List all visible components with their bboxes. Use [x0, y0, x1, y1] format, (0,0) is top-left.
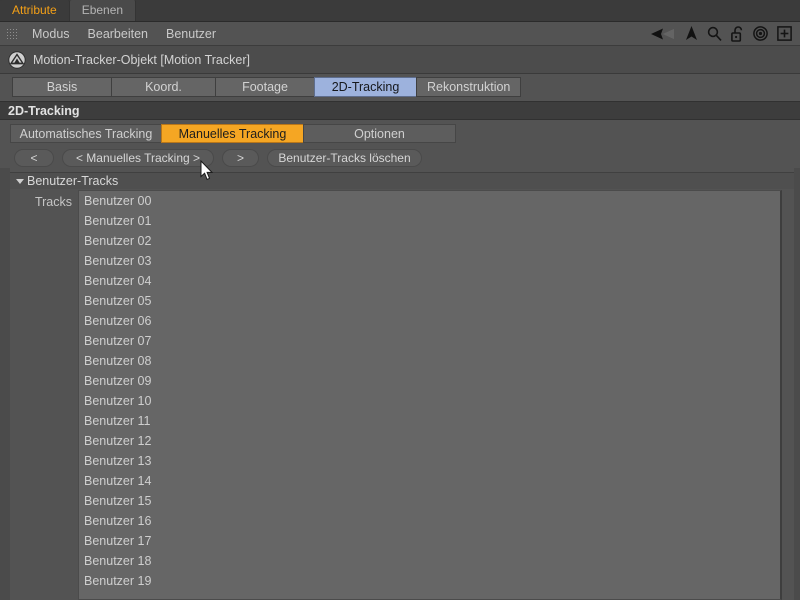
- list-item[interactable]: Benutzer 01: [79, 211, 780, 231]
- list-item[interactable]: Benutzer 04: [79, 271, 780, 291]
- prev-track-button[interactable]: <: [14, 149, 54, 167]
- group-header-label: Benutzer-Tracks: [27, 174, 118, 188]
- sub-tab-row: Automatisches Tracking Manuelles Trackin…: [10, 124, 455, 143]
- chevron-down-icon[interactable]: [16, 179, 24, 184]
- motion-tracker-object-icon: [8, 51, 26, 69]
- menu-item-modus[interactable]: Modus: [23, 23, 79, 45]
- list-item[interactable]: Benutzer 02: [79, 231, 780, 251]
- manuelles-tracking-nav-button[interactable]: < Manuelles Tracking >: [62, 149, 214, 167]
- list-item[interactable]: Benutzer 11: [79, 411, 780, 431]
- tracks-field-label: Tracks: [10, 195, 72, 209]
- list-item[interactable]: Benutzer 03: [79, 251, 780, 271]
- list-item[interactable]: Benutzer 05: [79, 291, 780, 311]
- section-title: 2D-Tracking: [8, 104, 80, 118]
- attribute-tab-row: Basis Koord. Footage 2D-Tracking Rekonst…: [0, 77, 800, 98]
- subtab-optionen[interactable]: Optionen: [303, 124, 456, 143]
- menu-icon-group: [650, 26, 800, 42]
- menu-item-bearbeiten[interactable]: Bearbeiten: [79, 23, 157, 45]
- dock-tab-attribute[interactable]: Attribute: [0, 0, 70, 21]
- list-item[interactable]: Benutzer 08: [79, 351, 780, 371]
- back-arrow-icon[interactable]: [650, 27, 676, 41]
- list-item[interactable]: Benutzer 06: [79, 311, 780, 331]
- delete-user-tracks-button[interactable]: Benutzer-Tracks löschen: [267, 149, 422, 167]
- list-item[interactable]: Benutzer 12: [79, 431, 780, 451]
- target-icon[interactable]: [753, 26, 768, 41]
- unlock-padlock-icon[interactable]: [731, 26, 744, 42]
- add-box-icon[interactable]: [777, 26, 792, 41]
- object-title: Motion-Tracker-Objekt [Motion Tracker]: [33, 53, 250, 67]
- list-item[interactable]: Benutzer 10: [79, 391, 780, 411]
- up-arrow-icon[interactable]: [685, 26, 698, 41]
- tracks-list[interactable]: Benutzer 00 Benutzer 01 Benutzer 02 Benu…: [78, 190, 782, 600]
- tab-basis[interactable]: Basis: [12, 77, 112, 97]
- list-item[interactable]: Benutzer 07: [79, 331, 780, 351]
- list-item[interactable]: Benutzer 17: [79, 531, 780, 551]
- attribute-manager-panel: Attribute Ebenen Modus Bearbeiten Benutz…: [0, 0, 800, 600]
- tab-rekonstruktion[interactable]: Rekonstruktion: [416, 77, 521, 97]
- list-item[interactable]: Benutzer 14: [79, 471, 780, 491]
- list-item[interactable]: Benutzer 18: [79, 551, 780, 571]
- tab-2d-tracking[interactable]: 2D-Tracking: [314, 77, 417, 97]
- dots-grip-icon[interactable]: [6, 28, 19, 39]
- search-icon[interactable]: [707, 26, 722, 41]
- list-item[interactable]: Benutzer 09: [79, 371, 780, 391]
- list-item[interactable]: Benutzer 15: [79, 491, 780, 511]
- list-item[interactable]: Benutzer 13: [79, 451, 780, 471]
- dock-tab-strip: Attribute Ebenen: [0, 0, 800, 22]
- list-item[interactable]: Benutzer 00: [79, 191, 780, 211]
- section-header: 2D-Tracking: [0, 101, 800, 120]
- right-gutter: [794, 168, 800, 600]
- next-track-button[interactable]: >: [222, 149, 259, 167]
- list-item[interactable]: Benutzer 19: [79, 571, 780, 591]
- subtab-automatisches-tracking[interactable]: Automatisches Tracking: [10, 124, 162, 143]
- left-gutter: [0, 168, 10, 600]
- tracking-button-row: < < Manuelles Tracking > > Benutzer-Trac…: [14, 148, 422, 167]
- tab-koord[interactable]: Koord.: [111, 77, 216, 97]
- dock-tab-ebenen[interactable]: Ebenen: [70, 0, 136, 21]
- subtab-manuelles-tracking[interactable]: Manuelles Tracking: [161, 124, 304, 143]
- group-header-benutzer-tracks[interactable]: Benutzer-Tracks: [10, 172, 794, 189]
- menu-bar: Modus Bearbeiten Benutzer: [0, 22, 800, 46]
- list-item[interactable]: Benutzer 16: [79, 511, 780, 531]
- menu-item-benutzer[interactable]: Benutzer: [157, 23, 225, 45]
- tab-footage[interactable]: Footage: [215, 77, 315, 97]
- object-header: Motion-Tracker-Objekt [Motion Tracker]: [0, 46, 800, 74]
